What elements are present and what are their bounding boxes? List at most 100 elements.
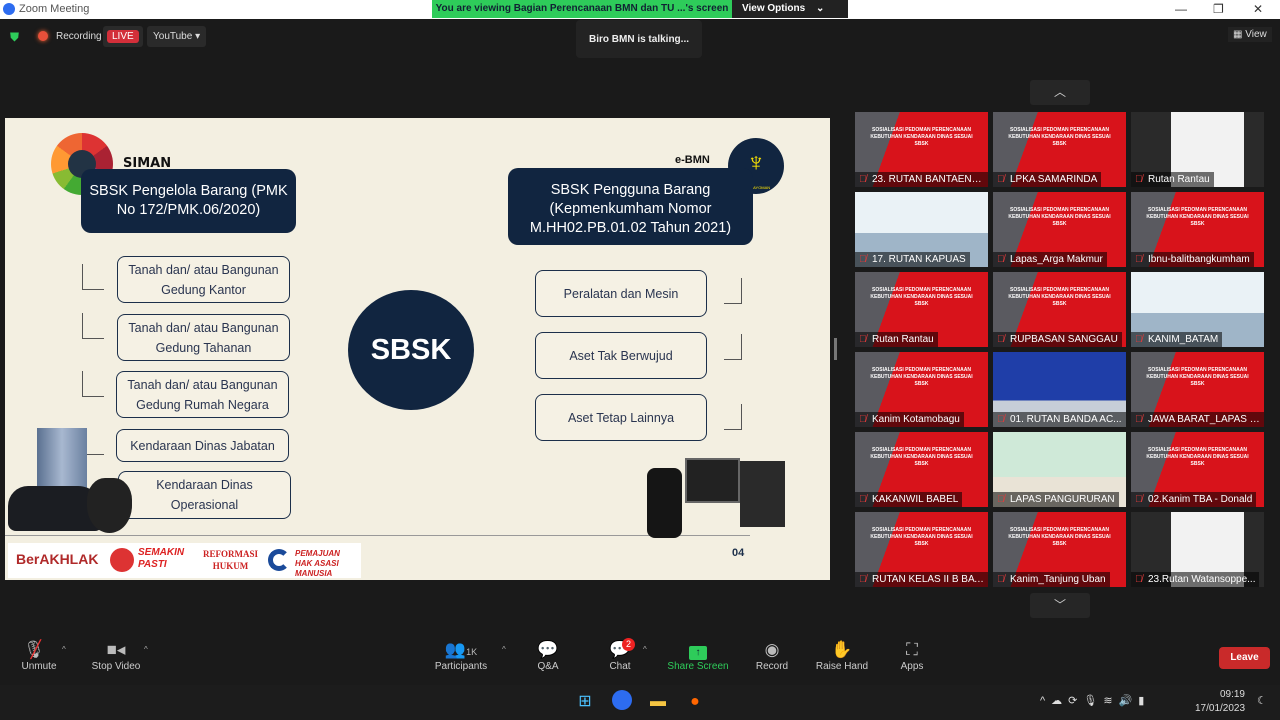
apps-button[interactable]: ⛶ Apps [877, 635, 947, 672]
muted-mic-icon: 🎙̸ [859, 254, 867, 265]
slide-background-text: SOSIALISASI PEDOMAN PERENCANAAN KEBUTUHA… [1008, 527, 1111, 547]
chat-options-caret[interactable]: ^ [643, 645, 647, 654]
participant-tile[interactable]: SOSIALISASI PEDOMAN PERENCANAAN KEBUTUHA… [1131, 352, 1264, 427]
ebmn-logo-text: e-BMN [675, 154, 710, 166]
muted-mic-icon: 🎙̸ [997, 494, 1005, 505]
left-item: Kendaraan Dinas Operasional [118, 471, 291, 519]
participants-options-caret[interactable]: ^ [502, 645, 506, 654]
audio-options-caret[interactable]: ^ [62, 645, 66, 654]
youtube-label: YouTube [153, 31, 193, 42]
raise-hand-button[interactable]: ✋ Raise Hand [807, 635, 877, 672]
left-item: Tanah dan/ atau Bangunan Gedung Kantor [117, 256, 290, 303]
grid-icon: ▦ [1233, 29, 1243, 40]
participant-tile[interactable]: SOSIALISASI PEDOMAN PERENCANAAN KEBUTUHA… [993, 112, 1126, 187]
firefox-icon[interactable]: ● [683, 690, 707, 714]
berakhlak-logo: BerAKHLAK [16, 551, 99, 567]
qa-button[interactable]: 💬 Q&A [513, 635, 583, 672]
connector-arrow [82, 371, 104, 397]
participant-tile[interactable]: SOSIALISASI PEDOMAN PERENCANAAN KEBUTUHA… [993, 272, 1126, 347]
participant-tile[interactable]: 🎙̸ 23.Rutan Watansoppe... [1131, 512, 1264, 587]
share-screen-icon: ↑ [663, 635, 733, 661]
participant-name: Kanim_Tanjung Uban [993, 572, 1110, 587]
file-explorer-icon[interactable]: ▬ [646, 690, 670, 714]
participant-tile[interactable]: SOSIALISASI PEDOMAN PERENCANAAN KEBUTUHA… [855, 272, 988, 347]
windows-start-icon[interactable]: ⊞ [573, 690, 597, 714]
apps-icon: ⛶ [906, 640, 918, 659]
qa-icon: 💬 [537, 640, 559, 659]
participant-tile[interactable]: 🎙̸ KANIM_BATAM [1131, 272, 1264, 347]
participant-tile[interactable]: SOSIALISASI PEDOMAN PERENCANAAN KEBUTUHA… [855, 112, 988, 187]
participants-label: Participants [434, 661, 488, 672]
share-screen-label: Share Screen [667, 661, 729, 672]
view-button[interactable]: ▦ View [1228, 27, 1272, 42]
participant-tile[interactable]: SOSIALISASI PEDOMAN PERENCANAAN KEBUTUHA… [855, 432, 988, 507]
record-button[interactable]: ◉ Record [737, 635, 807, 672]
recording-dot-icon [38, 31, 48, 41]
video-options-caret[interactable]: ^ [144, 645, 148, 654]
participant-tile[interactable]: SOSIALISASI PEDOMAN PERENCANAAN KEBUTUHA… [993, 192, 1126, 267]
slide-background-text: SOSIALISASI PEDOMAN PERENCANAAN KEBUTUHA… [870, 287, 973, 307]
recording-label: Recording [56, 31, 102, 42]
left-item: Kendaraan Dinas Jabatan [116, 429, 289, 462]
system-tray-icons[interactable]: ^☁⟳🎙≋🔊▮ [1040, 694, 1150, 707]
participant-name: 23. RUTAN BANTAENG... [855, 172, 988, 187]
chat-badge: 2 [622, 638, 635, 651]
participant-tile[interactable]: SOSIALISASI PEDOMAN PERENCANAAN KEBUTUHA… [993, 512, 1126, 587]
participant-tile[interactable]: 🎙̸ 01. RUTAN BANDA AC... [993, 352, 1126, 427]
window-title: Zoom Meeting [19, 3, 90, 15]
minimize-icon[interactable]: — [1175, 2, 1187, 16]
muted-mic-icon: 🎙̸ [1135, 494, 1143, 505]
participants-button[interactable]: 👥1K Participants [426, 635, 496, 672]
maximize-icon[interactable]: ❐ [1213, 2, 1224, 16]
muted-mic-icon: 🎙̸ [1135, 574, 1143, 585]
participant-tile[interactable]: 🎙̸ Rutan Rantau [1131, 112, 1264, 187]
page-number: 04 [732, 547, 745, 559]
youtube-dropdown[interactable]: YouTube ▾ [147, 26, 207, 47]
computer-chair-image [645, 458, 785, 548]
clock[interactable]: 09:19 17/01/2023 [1195, 688, 1245, 716]
unmute-label: Unmute [21, 661, 57, 672]
pemajuan-ham-logo: PEMAJUAN HAK ASASI MANUSIA [295, 549, 340, 578]
muted-mic-icon: 🎙̸ [997, 414, 1005, 425]
right-item: Peralatan dan Mesin [535, 270, 707, 317]
participant-tile[interactable]: SOSIALISASI PEDOMAN PERENCANAAN KEBUTUHA… [1131, 192, 1264, 267]
active-speaker-label: Biro BMN is talking... [576, 20, 702, 58]
close-icon[interactable]: ✕ [1253, 2, 1263, 16]
view-options-label: View Options [742, 3, 806, 14]
participant-name: LAPAS PANGURURAN [993, 492, 1119, 507]
participant-name: KAKANWIL BABEL [855, 492, 963, 507]
participant-name: 01. RUTAN BANDA AC... [993, 412, 1126, 427]
view-options-button[interactable]: View Options ⌄ [732, 0, 848, 18]
muted-mic-icon: 🎙̸ [997, 254, 1005, 265]
stop-video-button[interactable]: ■◂ Stop Video [81, 635, 151, 672]
slide-background-text: SOSIALISASI PEDOMAN PERENCANAAN KEBUTUHA… [1008, 287, 1111, 307]
record-label: Record [755, 661, 789, 672]
muted-mic-icon: 🎙̸ [1135, 174, 1143, 185]
muted-mic-icon: 🎙̸ [1135, 334, 1143, 345]
gallery-down-button[interactable]: ﹀ [1030, 593, 1090, 618]
zoom-logo-icon [3, 3, 15, 15]
panel-resize-handle[interactable] [834, 338, 837, 360]
zoom-taskbar-icon[interactable] [610, 690, 634, 714]
caret-down-icon: ▾ [195, 31, 201, 42]
participant-tile[interactable]: SOSIALISASI PEDOMAN PERENCANAAN KEBUTUHA… [1131, 432, 1264, 507]
slide-background-text: SOSIALISASI PEDOMAN PERENCANAAN KEBUTUHA… [1146, 207, 1249, 227]
participant-tile[interactable]: SOSIALISASI PEDOMAN PERENCANAAN KEBUTUHA… [855, 352, 988, 427]
shield-icon[interactable]: ⛊ [10, 30, 19, 45]
share-screen-button[interactable]: ↑ Share Screen [663, 635, 733, 672]
chat-label: Chat [609, 661, 631, 672]
semakin-pasti-logo: SEMAKIN PASTI [138, 547, 185, 570]
gallery-up-button[interactable]: ︿ [1030, 80, 1090, 105]
participant-tile[interactable]: SOSIALISASI PEDOMAN PERENCANAAN KEBUTUHA… [855, 512, 988, 587]
slide-background-text: SOSIALISASI PEDOMAN PERENCANAAN KEBUTUHA… [870, 367, 973, 387]
muted-mic-icon: 🎙̸ [1135, 254, 1143, 265]
date: 17/01/2023 [1195, 703, 1246, 714]
qa-label: Q&A [537, 661, 559, 672]
motorcycle-image [87, 478, 132, 533]
leave-button[interactable]: Leave [1219, 647, 1270, 669]
participant-name: Ibnu-balitbangkumham [1131, 252, 1254, 267]
notification-icon[interactable]: ☾ [1257, 694, 1267, 707]
participant-tile[interactable]: 🎙̸ LAPAS PANGURURAN [993, 432, 1126, 507]
participant-tile[interactable]: 🎙̸ 17. RUTAN KAPUAS [855, 192, 988, 267]
live-indicator[interactable]: LIVE [103, 26, 143, 47]
